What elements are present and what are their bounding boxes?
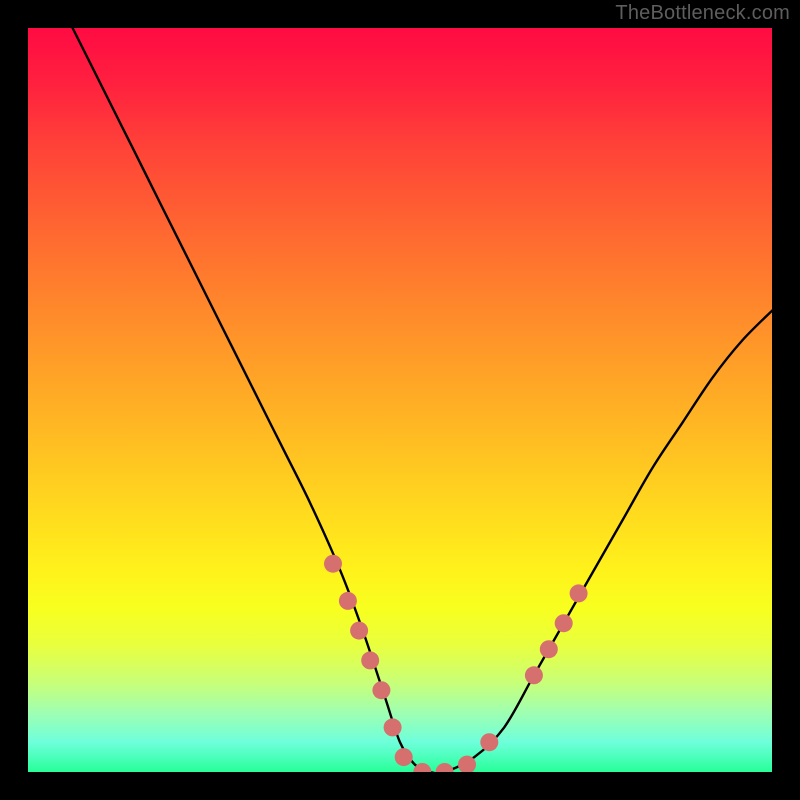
curve-marker [361,651,379,669]
curve-marker [339,592,357,610]
chart-frame: TheBottleneck.com [0,0,800,800]
curve-layer [28,28,772,772]
marker-group [324,555,588,772]
curve-marker [436,763,454,772]
curve-marker [570,584,588,602]
curve-marker [525,666,543,684]
watermark-text: TheBottleneck.com [615,2,790,25]
curve-marker [384,718,402,736]
curve-marker [540,640,558,658]
curve-marker [480,733,498,751]
curve-marker [324,555,342,573]
plot-area [28,28,772,772]
curve-marker [555,614,573,632]
curve-marker [350,622,368,640]
bottleneck-curve-path [73,28,772,772]
curve-marker [395,748,413,766]
bottleneck-curve [73,28,772,772]
curve-marker [372,681,390,699]
